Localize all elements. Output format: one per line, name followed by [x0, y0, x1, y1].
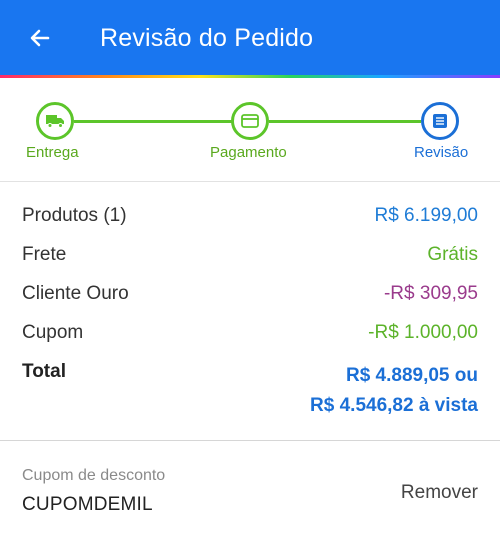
- step-entrega[interactable]: [36, 102, 74, 140]
- truck-icon: [46, 115, 64, 128]
- summary-row-shipping: Frete Grátis: [22, 244, 478, 283]
- total-label: Total: [22, 361, 66, 382]
- remove-coupon-button[interactable]: Remover: [401, 482, 478, 504]
- total-value-cash: R$ 4.546,82 à vista: [310, 395, 478, 416]
- shipping-label: Frete: [22, 244, 67, 265]
- summary-row-total: Total R$ 4.889,05 ou R$ 4.546,82 à vista: [22, 361, 478, 416]
- summary-row-coupon: Cupom -R$ 1.000,00: [22, 322, 478, 361]
- summary-row-gold-client: Cliente Ouro -R$ 309,95: [22, 283, 478, 322]
- products-value: R$ 6.199,00: [374, 205, 478, 226]
- coupon-label: Cupom: [22, 322, 84, 343]
- credit-card-icon: [241, 114, 259, 128]
- coupon-value: -R$ 1.000,00: [368, 322, 478, 343]
- summary-row-products: Produtos (1) R$ 6.199,00: [22, 205, 478, 244]
- gold-client-label: Cliente Ouro: [22, 283, 129, 304]
- step-pagamento[interactable]: [231, 102, 269, 140]
- coupon-caption: Cupom de desconto: [22, 467, 166, 484]
- step-connector: [269, 120, 421, 123]
- gold-client-value: -R$ 309,95: [383, 283, 478, 304]
- coupon-code: CUPOMDEMIL: [22, 494, 153, 515]
- list-icon: [433, 114, 447, 128]
- app-bar: Revisão do Pedido: [0, 0, 500, 75]
- total-value-installments: R$ 4.889,05 ou: [345, 365, 478, 386]
- coupon-section: Cupom de desconto CUPOMDEMIL Remover: [0, 441, 500, 540]
- total-value: R$ 4.889,05 ou R$ 4.546,82 à vista: [310, 361, 478, 421]
- step-label-revisao: Revisão: [414, 144, 469, 161]
- step-label-entrega: Entrega: [26, 144, 79, 161]
- step-revisao[interactable]: [421, 102, 459, 140]
- checkout-stepper: Entrega Pagamento Revisão: [0, 78, 500, 182]
- divider: [0, 181, 500, 182]
- order-summary: Produtos (1) R$ 6.199,00 Frete Grátis Cl…: [22, 205, 478, 416]
- shipping-value: Grátis: [427, 244, 478, 265]
- products-label: Produtos (1): [22, 205, 127, 226]
- arrow-left-icon: [30, 29, 50, 47]
- page-title: Revisão do Pedido: [100, 24, 314, 52]
- step-connector: [74, 120, 232, 123]
- step-label-pagamento: Pagamento: [210, 144, 287, 161]
- back-button[interactable]: [22, 20, 58, 56]
